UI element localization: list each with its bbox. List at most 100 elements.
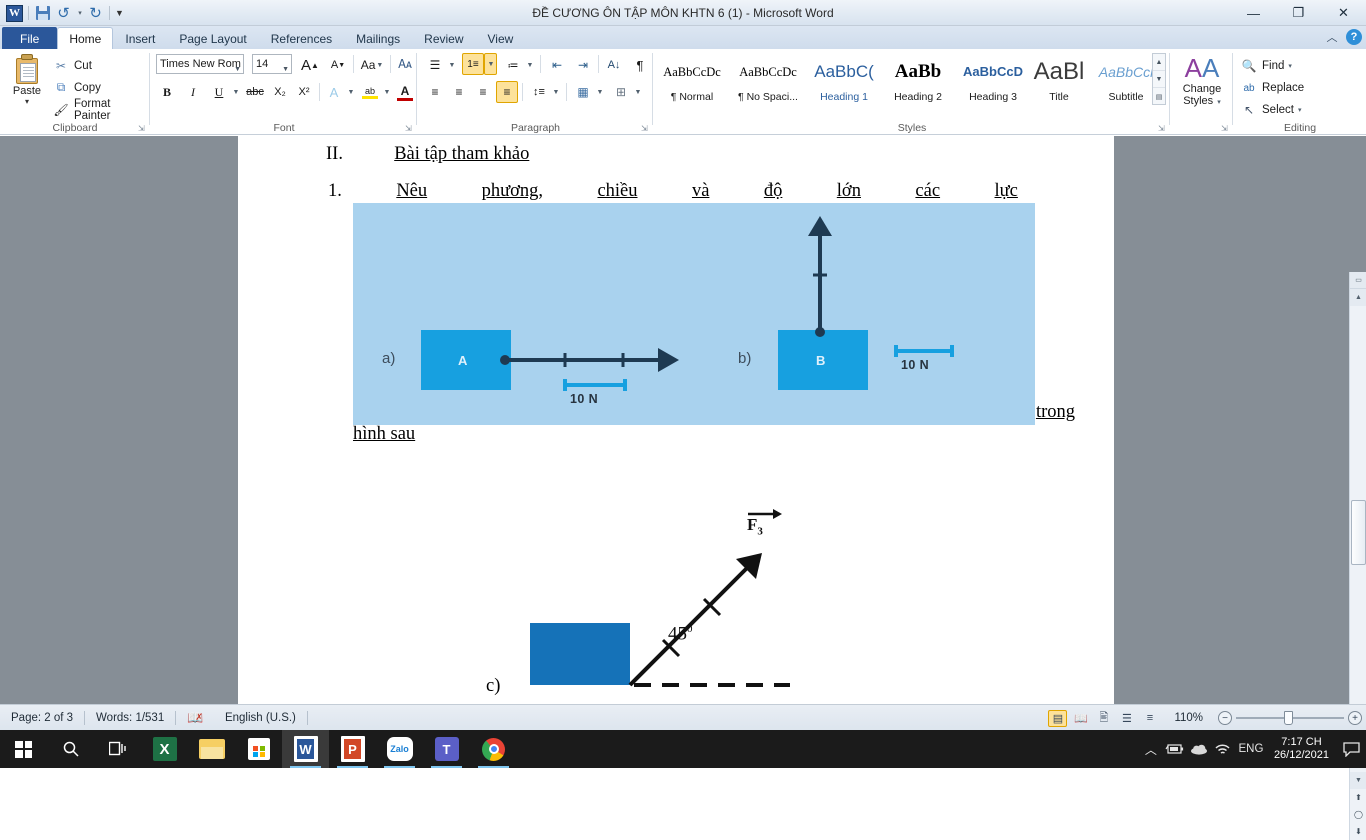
battery-icon[interactable] [1163,730,1187,768]
sort-button[interactable]: A↓ [603,54,625,76]
view-print-layout-button[interactable]: ▤ [1048,709,1068,727]
styles-scroll-down-icon[interactable]: ▼ [1153,71,1165,88]
multilevel-list-button[interactable]: ≔ [502,54,524,76]
zoom-in-button[interactable]: + [1348,711,1362,725]
view-outline-button[interactable]: ☰ [1117,710,1136,727]
align-center-button[interactable]: ≡ [448,81,470,103]
underline-button[interactable]: U [208,81,230,103]
shading-dropdown[interactable]: ▼ [594,81,605,103]
font-color-button[interactable]: A [394,81,416,103]
underline-dropdown[interactable]: ▼ [230,81,241,103]
styles-scroll-up-icon[interactable]: ▲ [1153,54,1165,71]
zoom-out-button[interactable]: − [1218,711,1232,725]
format-painter-button[interactable]: 🖌 Format Painter [52,98,150,122]
text-effects-button[interactable]: A [323,81,345,103]
select-browse-object-button[interactable]: ◯ [1350,806,1366,823]
page-indicator[interactable]: Page: 2 of 3 [0,709,84,727]
zoom-level[interactable]: 110% [1163,709,1214,727]
styles-gallery-scrollbar[interactable]: ▲ ▼ ▤ [1152,53,1166,105]
superscript-button[interactable]: X² [293,81,315,103]
change-styles-button[interactable]: AA Change Styles ▾ [1171,53,1233,109]
show-hidden-icons-icon[interactable]: ︿ [1139,730,1163,768]
proofing-status-icon[interactable]: 📖 ✗ [176,709,214,727]
taskbar-app-word[interactable]: W [282,730,329,768]
scroll-up-button[interactable]: ▲ [1350,289,1366,306]
bold-button[interactable]: B [156,81,178,103]
view-draft-button[interactable]: ≡ [1140,710,1159,727]
italic-button[interactable]: I [182,81,204,103]
taskbar-app-zalo[interactable]: Zalo [376,730,423,768]
strikethrough-button[interactable]: abc [244,81,266,103]
align-right-button[interactable]: ≡ [472,81,494,103]
font-size-input[interactable]: 14 ▼ [252,54,292,74]
view-full-screen-reading-button[interactable]: 📖 [1071,710,1090,727]
taskbar-app-microsoft-store[interactable] [235,730,282,768]
highlight-dropdown[interactable]: ▼ [381,81,392,103]
chevron-down-icon[interactable]: ▼ [282,60,289,79]
search-icon[interactable] [47,730,94,768]
start-button[interactable] [0,730,47,768]
tab-view[interactable]: View [476,27,526,49]
language-indicator[interactable]: ENG [1235,730,1267,768]
taskbar-app-file-explorer[interactable] [188,730,235,768]
taskbar-app-powerpoint[interactable]: P [329,730,376,768]
view-web-layout-button[interactable]: 🖹 [1094,710,1113,727]
taskbar-app-chrome[interactable] [470,730,517,768]
style-normal[interactable]: AaBbCcDc ¶ Normal [656,54,728,103]
styles-more-icon[interactable]: ▤ [1153,88,1165,105]
cloud-icon[interactable] [1187,730,1211,768]
scroll-down-button[interactable]: ▼ [1350,772,1366,789]
document-page[interactable]: II. Bài tập tham khảo 1. Nêu phương, chi… [238,136,1114,704]
wifi-icon[interactable] [1211,730,1235,768]
tab-references[interactable]: References [259,27,344,49]
clock[interactable]: 7:17 CH 26/12/2021 [1267,736,1336,762]
chevron-down-icon[interactable]: ▾ [1288,62,1292,70]
next-page-button[interactable]: ⬇ [1350,823,1366,840]
previous-page-button[interactable]: ⬆ [1350,789,1366,806]
line-spacing-button[interactable]: ↕≡ [528,81,550,103]
style-no-spacing[interactable]: AaBbCcDc ¶ No Spaci... [730,54,806,103]
line-spacing-dropdown[interactable]: ▼ [550,81,561,103]
bullets-dropdown[interactable]: ▼ [446,54,457,76]
tab-home[interactable]: Home [57,27,114,49]
replace-button[interactable]: ab Replace [1240,77,1304,99]
clear-formatting-button[interactable]: 🗛 [394,53,416,75]
numbering-button[interactable]: 1≡ [462,53,484,75]
decrease-indent-button[interactable]: ⇤ [546,54,568,76]
taskbar-app-teams[interactable]: T [423,730,470,768]
chevron-down-icon[interactable]: ▾ [1298,106,1302,114]
highlight-button[interactable]: ab [359,81,381,103]
borders-dropdown[interactable]: ▼ [632,81,643,103]
clipboard-dialog-launcher[interactable]: ⇲ [138,124,147,133]
bullets-button[interactable]: ☰ [424,54,446,76]
scrollbar-thumb[interactable] [1351,500,1366,565]
paste-button[interactable]: Paste ▾ [6,53,48,106]
text-effects-dropdown[interactable]: ▼ [345,81,356,103]
copy-button[interactable]: ⧉ Copy [52,77,101,98]
font-name-input[interactable]: Times New Rom ▼ [156,54,244,74]
word-count[interactable]: Words: 1/531 [85,709,175,727]
borders-button[interactable]: ⊞ [610,81,632,103]
style-heading-1[interactable]: AaBbC( Heading 1 [808,54,880,103]
grow-font-button[interactable]: A ▲ [299,54,321,76]
tab-insert[interactable]: Insert [113,27,167,49]
task-view-icon[interactable] [94,730,141,768]
zoom-slider[interactable] [1236,711,1344,725]
paragraph-dialog-launcher[interactable]: ⇲ [641,124,650,133]
find-button[interactable]: 🔍 Find ▾ [1240,55,1292,77]
shading-button[interactable]: ▦ [572,81,594,103]
taskbar-app-excel[interactable]: X [141,730,188,768]
change-case-button[interactable]: Aa ▼ [357,54,387,76]
cut-button[interactable]: ✂ Cut [52,55,92,76]
tab-file[interactable]: File [2,27,58,49]
align-left-button[interactable]: ≡ [424,81,446,103]
styles-dialog-launcher[interactable]: ⇲ [1158,124,1167,133]
select-button[interactable]: ↖ Select ▾ [1240,99,1302,121]
tab-page-layout[interactable]: Page Layout [167,27,258,49]
shrink-font-button[interactable]: A ▼ [327,54,349,76]
zoom-slider-thumb[interactable] [1284,711,1293,725]
tab-mailings[interactable]: Mailings [344,27,412,49]
style-heading-2[interactable]: AaBb Heading 2 [882,54,954,103]
numbering-dropdown[interactable]: ▼ [484,53,497,75]
font-dialog-launcher[interactable]: ⇲ [405,124,414,133]
